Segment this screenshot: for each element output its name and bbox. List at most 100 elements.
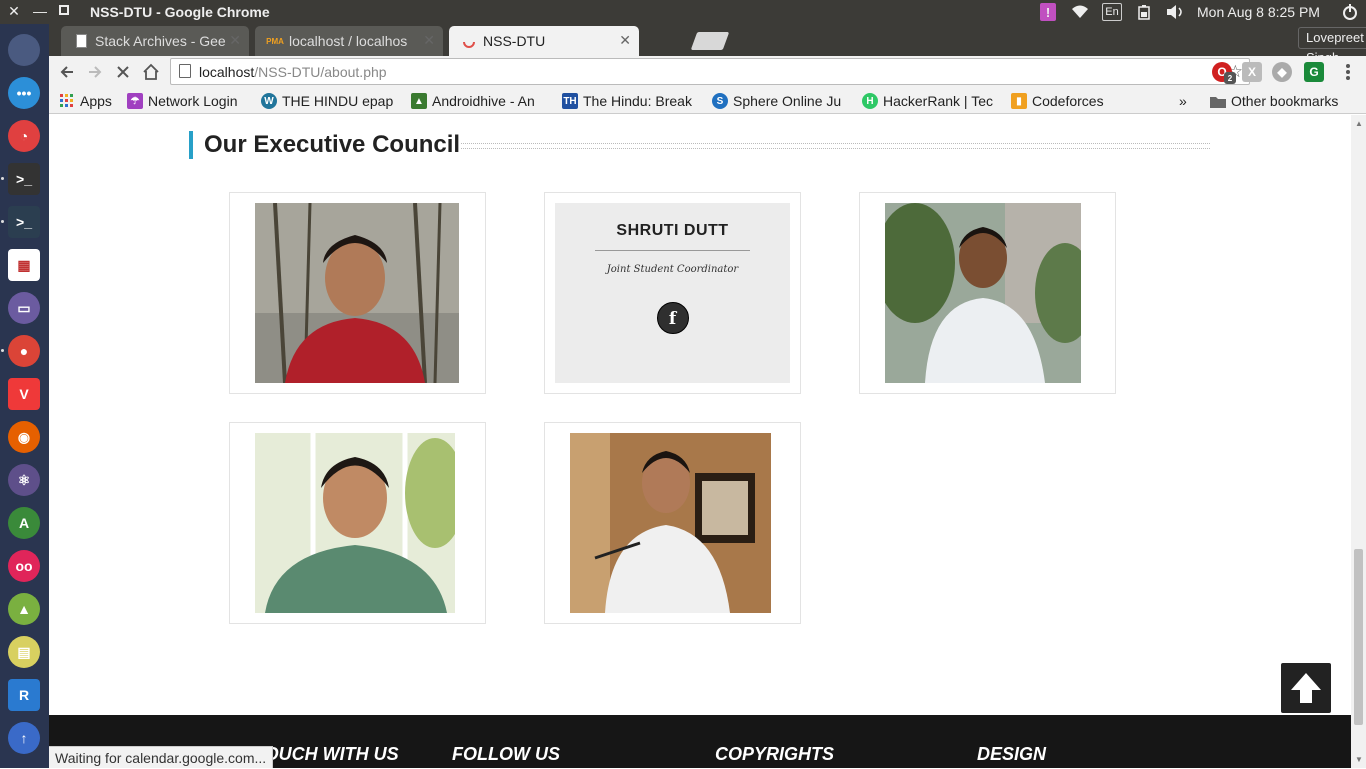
updater-icon[interactable]: ↑ [8,722,40,754]
running-indicator [1,220,4,223]
tab-title: NSS-DTU [483,33,546,49]
keyboard-layout-indicator[interactable]: En [1102,3,1122,21]
wifi-icon[interactable] [1070,3,1090,21]
window-close-icon[interactable]: ✕ [6,3,22,19]
footer-heading-follow: FOLLOW US [452,744,560,764]
atom-icon[interactable]: ⚛ [8,464,40,496]
new-tab-button[interactable] [690,32,730,50]
chrome-icon[interactable]: ● [8,335,40,367]
r-icon[interactable]: R [8,679,40,711]
member-role: Joint Student Coordinator [606,264,739,275]
umbrella-icon: ☂ [127,93,143,109]
bookmark-label: Other bookmarks [1231,93,1339,109]
terminal-icon[interactable]: >_ [8,163,40,195]
window-title: NSS-DTU - Google Chrome [90,4,270,20]
volume-icon[interactable] [1164,3,1188,21]
th-icon: TH [562,93,578,109]
member-card[interactable] [229,192,486,394]
member-card[interactable] [229,422,486,624]
bookmark-item[interactable]: TH The Hindu: Break [562,91,692,111]
tab-close-icon[interactable]: ✕ [229,32,241,49]
profile-button[interactable]: Lovepreet Singh [1298,27,1366,65]
vivaldi-icon[interactable]: V [8,378,40,410]
page-scrollbar[interactable]: ▲ ▼ [1351,115,1366,768]
status-bubble: Waiting for calendar.google.com... [49,746,274,768]
scroll-down-arrow-icon[interactable]: ▼ [1355,755,1363,764]
bookmark-item[interactable]: S Sphere Online Ju [712,91,841,111]
apple-icon[interactable] [8,34,40,66]
running-indicator [1,177,4,180]
files-icon[interactable]: ▭ [8,292,40,324]
firefox-icon[interactable]: ◉ [8,421,40,453]
bookmark-label: THE HINDU epap [282,93,394,109]
flickr-icon[interactable]: oo [8,550,40,582]
spoj-icon: S [712,93,728,109]
member-photo [885,203,1081,383]
apps-grid-icon [59,93,75,109]
system-top-bar: ✕ — NSS-DTU - Google Chrome ! En Mon Aug… [0,0,1366,24]
page-info-icon[interactable] [179,64,191,78]
other-bookmarks[interactable]: Other bookmarks [1210,91,1338,111]
app-grid-icon[interactable]: ▦ [8,249,40,281]
member-photo [255,203,459,383]
android-studio-icon[interactable]: A [8,507,40,539]
android-icon[interactable]: ▲ [8,593,40,625]
section-title: Our Executive Council [204,131,461,158]
bookmark-label: Network Login [148,93,238,109]
scroll-up-arrow-icon[interactable]: ▲ [1355,119,1363,128]
running-indicator [1,349,4,352]
phpmyadmin-icon: PMA [266,36,284,46]
bookmark-label: Sphere Online Ju [733,93,842,109]
tab-close-icon[interactable]: ✕ [423,32,435,49]
grammar-ext-icon[interactable]: G [1304,62,1324,82]
tab-phpmyadmin[interactable]: PMA localhost / localhos ✕ [255,26,443,56]
scrollbar-thumb[interactable] [1354,549,1363,725]
folder-icon [1210,93,1226,109]
bookmark-item[interactable]: ☂ Network Login [127,91,238,111]
tab-close-icon[interactable]: ✕ [619,32,631,49]
member-card[interactable] [544,422,801,624]
battery-icon[interactable] [1136,3,1152,21]
scroll-to-top-button[interactable] [1281,663,1331,713]
tab-strip: Stack Archives - Gee ✕ PMA localhost / l… [49,24,1366,65]
address-bar[interactable]: localhost/NSS-DTU/about.php ☆ [170,58,1250,85]
member-divider [595,250,750,251]
back-icon[interactable] [55,60,79,84]
bookmark-label: Codeforces [1032,93,1104,109]
loading-icon [461,33,477,49]
member-card-shruti-dutt[interactable]: SHRUTI DUTT Joint Student Coordinator f [544,192,801,394]
facebook-icon[interactable]: f [656,302,689,334]
bookmark-label: HackerRank | Tec [883,93,993,109]
member-photo [255,433,455,613]
window-maximize-icon[interactable] [56,3,72,19]
x-ext-icon[interactable]: X [1242,62,1262,82]
tab-stack-archives[interactable]: Stack Archives - Gee ✕ [61,26,249,56]
bookmark-label: Androidhive - An [432,93,535,109]
cloud-ext-icon[interactable]: ◆ [1272,62,1292,82]
power-settings-icon[interactable] [1340,3,1360,21]
bookmarks-overflow-button[interactable]: » [1179,91,1187,111]
member-card[interactable] [859,192,1116,394]
home-icon[interactable] [139,60,163,84]
forward-icon[interactable] [83,60,107,84]
terminal-alt-icon[interactable]: >_ [8,206,40,238]
chrome-menu-icon[interactable] [1336,60,1360,84]
bookmark-item[interactable]: ▲ Androidhive - An [411,91,535,111]
tab-nss-dtu[interactable]: NSS-DTU ✕ [449,26,639,56]
bookmark-item[interactable]: W THE HINDU epap [261,91,393,111]
bookmark-item[interactable]: ▮ Codeforces [1011,91,1104,111]
disk-usage-icon[interactable]: ◔ [8,120,40,152]
bookmark-item[interactable]: H HackerRank | Tec [862,91,993,111]
launcher: ••• ◔ >_ >_ ▦ ▭ ● V ◉ ⚛ Aoo ▲ ▤ R ↑ [0,24,49,768]
chat-icon[interactable]: ••• [8,77,40,109]
bookmark-apps[interactable]: Apps [59,91,112,111]
window-minimize-icon[interactable]: — [32,3,48,19]
section-header: Our Executive Council [189,131,1210,159]
android-hive-icon: ▲ [411,93,427,109]
clock[interactable]: Mon Aug 8 8:25 PM [1197,4,1320,20]
stop-icon[interactable] [111,60,135,84]
browser-toolbar: localhost/NSS-DTU/about.php ☆ O 2 X ◆ G [49,56,1366,87]
archive-icon[interactable]: ▤ [8,636,40,668]
footer-heading-copyrights: COPYRIGHTS [715,744,835,764]
update-notifier-icon[interactable]: ! [1040,3,1056,21]
